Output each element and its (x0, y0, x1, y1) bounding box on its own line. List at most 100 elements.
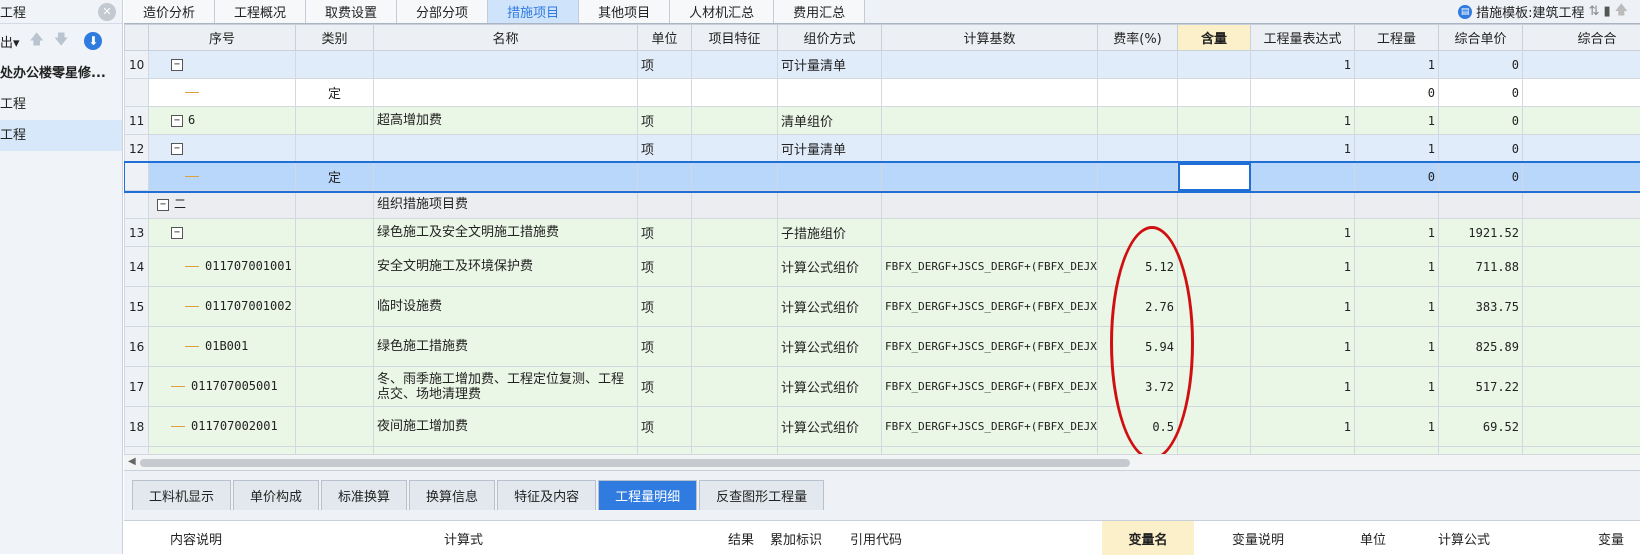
tab-4[interactable]: 措施项目 (488, 0, 579, 23)
cell-qty[interactable] (1178, 447, 1251, 455)
column-header[interactable]: 名称 (374, 25, 638, 51)
cell-method[interactable]: 计算公式组价 (778, 247, 882, 287)
cell-feature[interactable] (692, 447, 778, 455)
column-header[interactable]: 工程量表达式 (1251, 25, 1355, 51)
bottom-tab-3[interactable]: 换算信息 (409, 480, 495, 510)
cell-unit[interactable]: 项 (638, 367, 692, 407)
cell-qty[interactable] (1178, 367, 1251, 407)
cell-rate[interactable] (1098, 79, 1178, 107)
cell-qty[interactable] (1178, 135, 1251, 163)
bottom-tab-5[interactable]: 工程量明细 (598, 480, 697, 510)
cell-price[interactable]: 0 (1439, 51, 1523, 79)
cell-code[interactable]: 01B001 (149, 327, 296, 367)
cell-price[interactable]: 517.22 (1439, 367, 1523, 407)
collapse-toggle-icon[interactable]: − (171, 115, 183, 127)
cell-expr[interactable]: 1 (1251, 107, 1355, 135)
cell-base[interactable] (882, 135, 1098, 163)
cell-expr[interactable]: 1 (1251, 407, 1355, 447)
cell-qty[interactable] (1178, 327, 1251, 367)
export-menu[interactable]: 出▾ (0, 32, 20, 51)
download-icon[interactable]: ⬇ (84, 32, 102, 50)
cell-base[interactable]: FBFX_DERGF+JSCS_DERGF+ (882, 447, 1098, 455)
cell-feature[interactable] (692, 51, 778, 79)
cell-expr[interactable]: 1 (1251, 247, 1355, 287)
move-up-icon[interactable]: 🡅 (30, 29, 44, 53)
bottom-tab-6[interactable]: 反查图形工程量 (699, 480, 824, 510)
column-header[interactable]: 项目特征 (692, 25, 778, 51)
cell-method[interactable]: 计算公式组价 (778, 287, 882, 327)
tab-5[interactable]: 其他项目 (579, 0, 670, 23)
cell-feature[interactable] (692, 407, 778, 447)
cell-method[interactable] (778, 447, 882, 455)
cell-rate[interactable] (1098, 163, 1178, 191)
cell-total[interactable] (1523, 447, 1640, 455)
scroll-left-icon[interactable]: ◀ (128, 456, 136, 467)
horizontal-scrollbar[interactable]: ◀ (124, 454, 1640, 470)
cell-expr[interactable]: 1 (1251, 219, 1355, 247)
cell-amount[interactable]: 1 (1355, 407, 1439, 447)
cell-amount[interactable]: 1 (1355, 247, 1439, 287)
cell-total[interactable] (1523, 107, 1640, 135)
cell-amount[interactable] (1355, 447, 1439, 455)
table-row[interactable]: 13−绿色施工及安全文明施工措施费项子措施组价111921.5219 (125, 219, 1640, 247)
cell-base[interactable]: FBFX_DERGF+JSCS_DERGF+(FBFX_DEJXF+JSCS_D… (882, 287, 1098, 327)
sidebar-item[interactable]: 工程 (0, 120, 122, 151)
cell-rate[interactable] (1098, 135, 1178, 163)
cell-name[interactable]: 临时设施费 (374, 287, 638, 327)
cell-rate[interactable]: 0.5 (1098, 407, 1178, 447)
table-row[interactable]: 14011707001001安全文明施工及环境保护费项计算公式组价FBFX_DE… (125, 247, 1640, 287)
cell-base[interactable]: FBFX_DERGF+JSCS_DERGF+(FBFX_DEJXF+JSCS_D… (882, 327, 1098, 367)
cell-type[interactable] (296, 287, 374, 327)
cell-expr[interactable]: 1 (1251, 51, 1355, 79)
cell-amount[interactable]: 1 (1355, 219, 1439, 247)
cell-feature[interactable] (692, 107, 778, 135)
cell-base[interactable]: FBFX_DERGF+JSCS_DERGF+(FBFX_DEJXF+JSCS_D… (882, 247, 1098, 287)
column-header[interactable]: 综合合 (1523, 25, 1640, 51)
cell-price[interactable]: 0 (1439, 135, 1523, 163)
cell-code[interactable]: −6 (149, 107, 296, 135)
column-header[interactable]: 计算基数 (882, 25, 1098, 51)
table-row[interactable]: 17011707005001冬、雨季施工增加费、工程定位复测、工程点交、场地清理… (125, 367, 1640, 407)
table-row[interactable]: 11−6超高增加费项清单组价110 (125, 107, 1640, 135)
cell-name[interactable] (374, 79, 638, 107)
cell-type[interactable] (296, 247, 374, 287)
cell-feature[interactable] (692, 163, 778, 191)
column-header[interactable]: 序号 (149, 25, 296, 51)
cell-expr[interactable] (1251, 447, 1355, 455)
cell-total[interactable]: 19 (1523, 219, 1640, 247)
collapse-toggle-icon[interactable]: − (171, 59, 183, 71)
cell-total[interactable]: 3 (1523, 287, 1640, 327)
cell-name[interactable]: 组织措施项目费 (374, 191, 638, 219)
cell-price[interactable] (1439, 447, 1523, 455)
cell-expr[interactable]: 1 (1251, 287, 1355, 327)
cell-rate[interactable]: 5.94 (1098, 327, 1178, 367)
tab-3[interactable]: 分部分项 (397, 0, 488, 23)
cell-unit[interactable]: 项 (638, 51, 692, 79)
cell-price[interactable]: 825.89 (1439, 327, 1523, 367)
cell-expr[interactable]: 1 (1251, 367, 1355, 407)
column-header[interactable]: 工程量 (1355, 25, 1439, 51)
cell-expr[interactable] (1251, 79, 1355, 107)
cell-amount[interactable]: 1 (1355, 327, 1439, 367)
cell-expr[interactable]: 1 (1251, 327, 1355, 367)
cell-feature[interactable] (692, 367, 778, 407)
cell-name[interactable] (374, 135, 638, 163)
cell-amount[interactable] (1355, 191, 1439, 219)
cell-rate[interactable] (1098, 191, 1178, 219)
pin-icon[interactable]: ▮ (1603, 4, 1610, 19)
cell-rate[interactable] (1098, 51, 1178, 79)
cell-qty[interactable] (1178, 407, 1251, 447)
cell-unit[interactable]: 项 (638, 247, 692, 287)
cell-method[interactable]: 可计量清单 (778, 135, 882, 163)
cell-total[interactable]: 7 (1523, 247, 1640, 287)
cell-type[interactable] (296, 407, 374, 447)
column-header[interactable]: 类别 (296, 25, 374, 51)
cell-method[interactable]: 计算公式组价 (778, 367, 882, 407)
cell-unit[interactable] (638, 447, 692, 455)
table-row[interactable]: 定00 (125, 163, 1640, 191)
collapse-toggle-icon[interactable]: − (171, 143, 183, 155)
cell-code[interactable] (149, 163, 296, 191)
cell-qty[interactable] (1178, 219, 1251, 247)
cell-total[interactable] (1523, 79, 1640, 107)
cell-type[interactable] (296, 327, 374, 367)
